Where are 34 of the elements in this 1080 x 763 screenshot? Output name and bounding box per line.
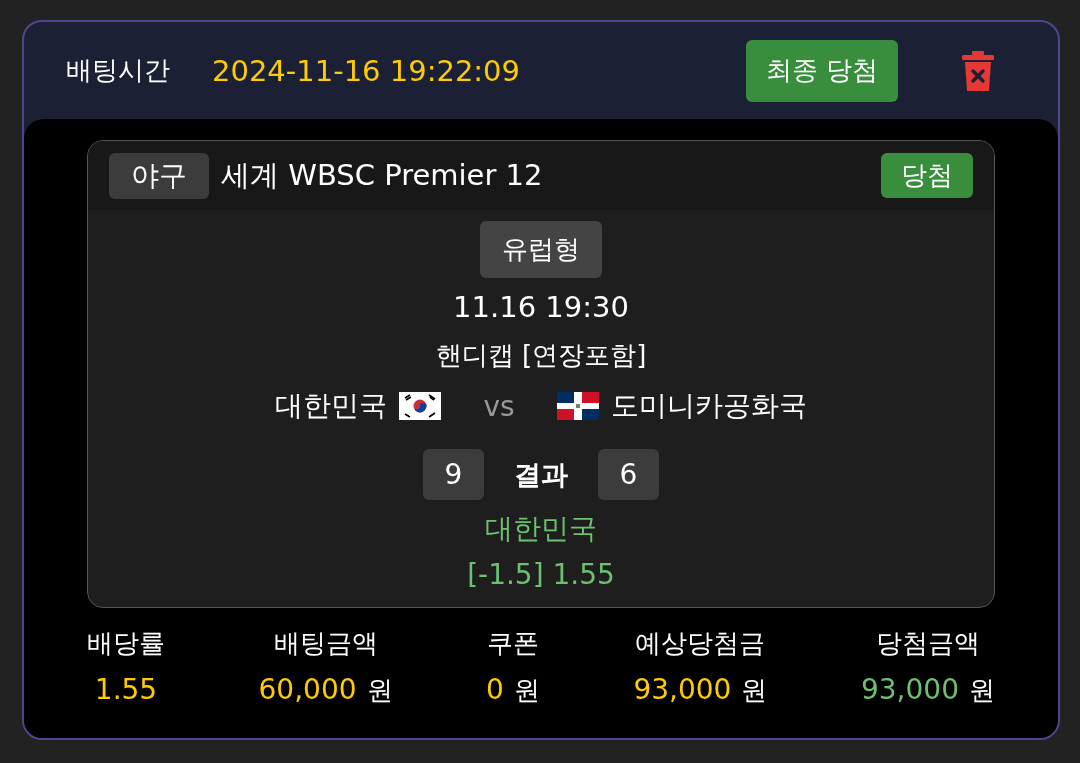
stat-label: 예상당첨금	[635, 627, 766, 660]
stat-label: 배팅금액	[273, 627, 378, 660]
currency-unit: 원	[513, 674, 540, 707]
stat-label: 당첨금액	[875, 627, 980, 660]
picked-odds: [-1.5] 1.55	[467, 558, 615, 591]
versus-text: vs	[483, 389, 515, 423]
market-name: 핸디캡 [연장포함]	[435, 339, 647, 372]
bet-time-value: 2024-11-16 19:22:09	[212, 53, 520, 88]
match-time: 11.16 19:30	[453, 290, 629, 324]
stat-value: 60,000	[258, 673, 357, 706]
home-team: 대한민국	[275, 388, 388, 424]
final-win-button[interactable]: 최종 당첨	[745, 39, 898, 102]
stat-value: 93,000	[633, 673, 732, 706]
flag-icon	[399, 392, 442, 420]
bet-time-label: 배팅시간	[66, 54, 170, 87]
stat-value: 1.55	[94, 673, 158, 706]
delete-icon[interactable]	[962, 50, 994, 91]
result-label: 결과	[514, 457, 568, 492]
sport-tag: 야구	[109, 152, 209, 199]
away-score: 6	[598, 449, 659, 500]
flag-icon	[556, 392, 599, 420]
home-score: 9	[423, 449, 484, 500]
league-name: 세계 WBSC Premier 12	[221, 156, 543, 194]
picked-team: 대한민국	[485, 511, 597, 547]
stat-label: 배당률	[87, 627, 165, 660]
stat-value: 93,000	[861, 673, 959, 706]
stat-value: 0	[486, 673, 504, 706]
bet-type-tag: 유럽형	[480, 221, 602, 278]
currency-unit: 원	[366, 674, 393, 707]
stat-label: 쿠폰	[487, 627, 539, 660]
win-badge: 당첨	[881, 153, 973, 198]
currency-unit: 원	[741, 674, 768, 707]
away-team: 도미니카공화국	[610, 388, 807, 424]
currency-unit: 원	[968, 674, 995, 707]
